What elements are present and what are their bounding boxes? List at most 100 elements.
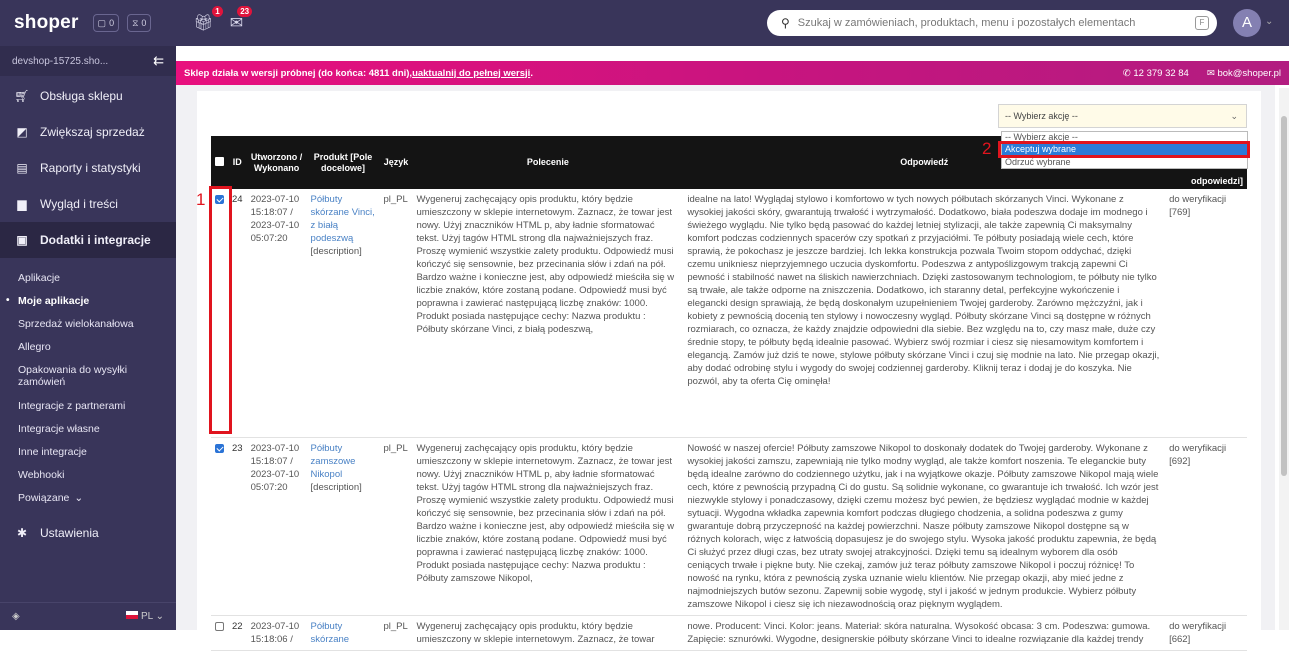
gift-icon: 🎁︎ — [193, 15, 214, 32]
phone-contact[interactable]: ✆ 12 379 32 84 — [1123, 68, 1189, 79]
row-id: 22 — [228, 615, 247, 651]
subitem-inne-integracje[interactable]: Inne integracje — [0, 440, 176, 463]
phone-icon: ✆ — [1122, 67, 1134, 79]
orders-counter[interactable]: ▢ 0 — [92, 14, 120, 32]
col-language: Język — [379, 136, 413, 189]
shoper-logo[interactable]: shoper — [14, 12, 79, 34]
row-checkbox[interactable] — [215, 443, 224, 453]
avatar[interactable]: A — [1233, 9, 1261, 37]
scrollbar-thumb[interactable] — [1281, 116, 1287, 476]
row-created: 2023-07-10 15:18:07 / 2023-07-10 05:07:2… — [246, 189, 307, 438]
chart-icon: ◩ — [16, 125, 28, 139]
pending-counter[interactable]: ⧖ 0 — [127, 14, 152, 32]
chevron-down-icon[interactable]: ⌄ — [1265, 16, 1273, 27]
sidebar-footer: ◈ PL ⌄ — [0, 602, 176, 630]
collapse-sidebar-icon[interactable]: ⇇ — [153, 53, 164, 69]
col-prompt: Polecenie — [412, 136, 684, 189]
search-placeholder: Szukaj w zamówieniach, produktach, menu … — [797, 17, 1136, 29]
layout-icon: ▆ — [17, 197, 27, 211]
col-id: ID — [228, 136, 247, 189]
col-created: Utworzono / Wykonano — [246, 136, 307, 189]
annotation-label-1: 1 — [196, 190, 206, 209]
mail-button[interactable]: ✉ 23 — [229, 6, 253, 33]
annotation-box-accept — [998, 141, 1250, 158]
subitem-moje-aplikacje[interactable]: • Moje aplikacje — [0, 289, 176, 312]
cart-icon: 🛒︎ — [14, 89, 30, 103]
table-row: 24 2023-07-10 15:18:07 / 2023-07-10 05:0… — [211, 189, 1247, 438]
report-icon: ▤ — [16, 161, 28, 175]
row-id: 23 — [228, 437, 247, 616]
hourglass-icon: ⧖ — [132, 17, 139, 28]
target-field: [description] — [310, 481, 362, 493]
layers-icon[interactable]: ◈ — [12, 611, 20, 622]
subitem-allegro[interactable]: Allegro — [0, 335, 176, 358]
annotation-label-2: 2 — [982, 139, 992, 158]
keyboard-shortcut-icon: F — [1195, 16, 1209, 30]
select-all-header[interactable] — [211, 136, 228, 189]
row-answer: nowe. Producent: Vinci. Kolor: jeans. Ma… — [683, 615, 1166, 651]
email-contact[interactable]: ✉ bok@shoper.pl — [1207, 68, 1281, 79]
table-row: 22 2023-07-10 15:18:06 / Półbuty skórzan… — [211, 615, 1247, 651]
subitem-opakowania[interactable]: Opakowania do wysyłki zamówień — [0, 358, 176, 394]
trial-text: Sklep działa w wersji próbnej (do końca:… — [184, 67, 413, 79]
trial-banner: Sklep działa w wersji próbnej (do końca:… — [176, 61, 1289, 85]
product-link[interactable]: Półbuty skórzane Vinci, z białą podeszwą — [311, 194, 375, 244]
upgrade-link[interactable]: uaktualnij do pełnej wersji — [412, 68, 530, 79]
gear-icon: ✱ — [16, 526, 28, 540]
sidebar-item-raporty[interactable]: ▤ Raporty i statystyki — [0, 150, 176, 186]
annotation-box-checkboxes — [209, 186, 232, 434]
gift-button[interactable]: 🎁︎ 1 — [193, 6, 223, 33]
search-icon: ⚲ — [781, 16, 790, 30]
mail-icon: ✉ — [1206, 67, 1218, 79]
sidebar-item-dodatki[interactable]: ▣ Dodatki i integracje — [0, 222, 176, 258]
chevron-down-icon: ⌄ — [74, 491, 84, 504]
row-lang: pl_PL — [379, 437, 413, 616]
target-field: [description] — [310, 246, 362, 257]
product-link[interactable]: Półbuty skórzane — [311, 621, 350, 645]
sidebar-item-ustawienia[interactable]: ✱ Ustawienia — [0, 515, 176, 551]
sidebar-item-obsluga[interactable]: 🛒︎ Obsługa sklepu — [0, 78, 176, 114]
row-prompt: Wygeneruj zachęcający opis produktu, któ… — [412, 615, 684, 651]
language-selector[interactable]: PL ⌄ — [125, 611, 164, 622]
action-select[interactable]: -- Wybierz akcję -- ⌄ — [998, 104, 1247, 128]
document-icon: ▢ — [97, 17, 107, 28]
row-status: do weryfikacji [692] — [1165, 437, 1247, 616]
subitem-aplikacje[interactable]: Aplikacje — [0, 266, 176, 289]
active-dot-icon: • — [6, 295, 10, 306]
row-lang: pl_PL — [379, 189, 413, 438]
ai-requests-table: ID Utworzono / Wykonano Produkt [Pole do… — [211, 136, 1247, 651]
mail-badge: 23 — [237, 6, 253, 17]
product-link[interactable]: Półbuty zamszowe Nikopol — [311, 443, 356, 480]
row-prompt: Wygeneruj zachęcający opis produktu, któ… — [412, 189, 684, 438]
mail-icon: ✉ — [229, 15, 244, 32]
row-prompt: Wygeneruj zachęcający opis produktu, któ… — [412, 437, 684, 616]
row-status: do weryfikacji [662] — [1165, 615, 1247, 651]
subitem-integracje-partnerami[interactable]: Integracje z partnerami — [0, 394, 176, 417]
sidebar-item-wyglad[interactable]: ▆ Wygląd i treści — [0, 186, 176, 222]
col-product: Produkt [Pole docelowe] — [306, 136, 380, 189]
subitem-integracje-wlasne[interactable]: Integracje własne — [0, 417, 176, 440]
subitem-sprzedaz-wielokanalowa[interactable]: Sprzedaż wielokanałowa — [0, 312, 176, 335]
row-status: do weryfikacji [769] — [1165, 189, 1247, 438]
row-answer: idealne na lato! Wyglądaj stylowo i komf… — [683, 189, 1166, 438]
sidebar: devshop-15725.sho... ⇇ 🛒︎ Obsługa sklepu … — [0, 46, 176, 630]
subitem-webhooki[interactable]: Webhooki — [0, 463, 176, 486]
gift-badge: 1 — [212, 6, 223, 17]
row-created: 2023-07-10 15:18:07 / 2023-07-10 05:07:2… — [246, 437, 307, 616]
shop-selector[interactable]: devshop-15725.sho... ⇇ — [0, 46, 176, 76]
row-lang: pl_PL — [379, 615, 413, 651]
subitem-powiazane[interactable]: Powiązane ⌄ — [0, 486, 176, 509]
row-answer: Nowość w naszej ofercie! Półbuty zamszow… — [683, 437, 1166, 616]
table-row: 23 2023-07-10 15:18:07 / 2023-07-10 05:0… — [211, 437, 1247, 616]
search-input[interactable]: ⚲ Szukaj w zamówieniach, produktach, men… — [767, 10, 1217, 36]
row-checkbox[interactable] — [215, 621, 224, 631]
shop-name: devshop-15725.sho... — [12, 55, 109, 67]
addons-icon: ▣ — [16, 233, 28, 247]
flag-pl-icon — [125, 611, 138, 619]
sidebar-item-sprzedaz[interactable]: ◩ Zwiększaj sprzedaż — [0, 114, 176, 150]
row-created: 2023-07-10 15:18:06 / — [246, 615, 307, 651]
chevron-down-icon: ⌄ — [1230, 110, 1238, 121]
option-reject-selected[interactable]: Odrzuć wybrane — [1002, 157, 1247, 169]
select-all-checkbox[interactable] — [215, 156, 224, 166]
scrollbar[interactable] — [1279, 88, 1289, 630]
